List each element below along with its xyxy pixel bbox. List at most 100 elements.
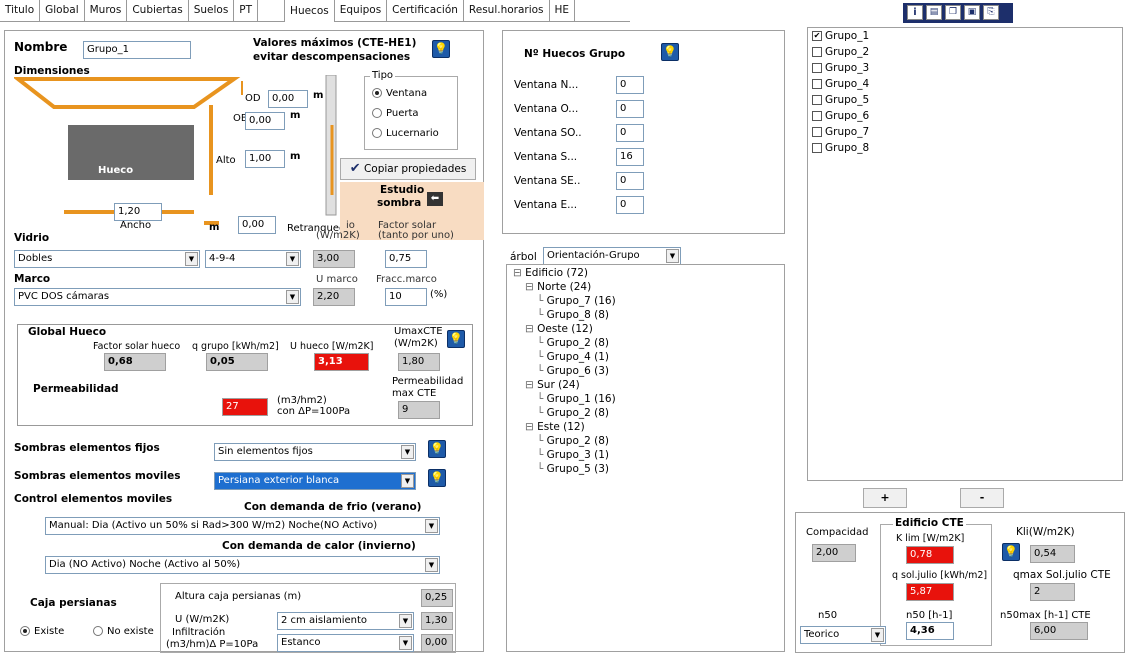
tab-certificaci-n[interactable]: Certificación bbox=[387, 0, 464, 22]
num-huecos-row-input[interactable]: 0 bbox=[616, 100, 644, 118]
tab-global[interactable]: Global bbox=[40, 0, 85, 22]
radio-existe[interactable] bbox=[20, 626, 30, 636]
alto-input[interactable]: 1,00 bbox=[245, 150, 285, 168]
tab-pt[interactable]: PT bbox=[234, 0, 259, 22]
num-huecos-row-input[interactable]: 0 bbox=[616, 76, 644, 94]
tree-node[interactable]: └ Grupo_2 (8) bbox=[537, 337, 609, 349]
od-input[interactable]: 0,00 bbox=[268, 90, 308, 108]
doc-icon[interactable]: ▤ bbox=[926, 5, 942, 20]
u-caja-select[interactable]: 2 cm aislamiento ▼ bbox=[277, 612, 414, 630]
infiltracion-value: 0,00 bbox=[421, 634, 453, 652]
radio-puerta[interactable] bbox=[372, 108, 382, 118]
grupo-item[interactable]: Grupo_6 bbox=[812, 110, 869, 122]
existe-option[interactable]: Existe bbox=[20, 626, 64, 637]
grupo-item[interactable]: Grupo_2 bbox=[812, 46, 869, 58]
tipo-option-puerta[interactable]: Puerta bbox=[372, 108, 419, 119]
grupo-checkbox[interactable] bbox=[812, 79, 822, 89]
grupo-checkbox[interactable] bbox=[812, 143, 822, 153]
grupo-checkbox[interactable] bbox=[812, 127, 822, 137]
tree-node[interactable]: └ Grupo_2 (8) bbox=[537, 407, 609, 419]
kli-bulb-icon[interactable]: 💡 bbox=[1002, 543, 1020, 561]
nombre-input[interactable]: Grupo_1 bbox=[83, 41, 191, 59]
paste-icon[interactable]: ⎘ bbox=[983, 5, 999, 20]
grupo-item[interactable]: Grupo_5 bbox=[812, 94, 869, 106]
grupo-item[interactable]: Grupo_7 bbox=[812, 126, 869, 138]
num-huecos-row-input[interactable]: 0 bbox=[616, 196, 644, 214]
n50-mode-select[interactable]: Teorico ▼ bbox=[800, 626, 886, 644]
collapse-icon[interactable]: ⊟ bbox=[525, 323, 537, 335]
tab-muros[interactable]: Muros bbox=[85, 0, 128, 22]
vidrio-type-select[interactable]: Dobles ▼ bbox=[14, 250, 200, 268]
grupo-checkbox[interactable] bbox=[812, 47, 822, 57]
copy-icon[interactable]: ❐ bbox=[945, 5, 961, 20]
grupo-checkbox[interactable] bbox=[812, 111, 822, 121]
tree-node-label: Grupo_4 (1) bbox=[546, 351, 610, 363]
tree-node[interactable]: └ Grupo_7 (16) bbox=[537, 295, 616, 307]
tree-node[interactable]: └ Grupo_5 (3) bbox=[537, 463, 609, 475]
remove-grupo-button[interactable]: - bbox=[960, 488, 1004, 508]
n50h-input[interactable]: 4,36 bbox=[906, 622, 954, 640]
num-huecos-row-input[interactable]: 0 bbox=[616, 124, 644, 142]
grupo-checkbox[interactable] bbox=[812, 63, 822, 73]
vidrio-composition-select[interactable]: 4-9-4 ▼ bbox=[205, 250, 301, 268]
num-huecos-row-input[interactable]: 16 bbox=[616, 148, 644, 166]
ancho-input[interactable]: 1,20 bbox=[114, 203, 162, 221]
tree-node[interactable]: ⊟ Norte (24) bbox=[525, 281, 591, 293]
sombras-fijos-bulb-icon[interactable]: 💡 bbox=[428, 440, 446, 458]
factor-solar-input[interactable]: 0,75 bbox=[385, 250, 427, 268]
tree-node[interactable]: └ Grupo_4 (1) bbox=[537, 351, 609, 363]
num-huecos-row-input[interactable]: 0 bbox=[616, 172, 644, 190]
infiltracion-select[interactable]: Estanco ▼ bbox=[277, 634, 414, 652]
sombras-moviles-select[interactable]: Persiana exterior blanca ▼ bbox=[214, 472, 416, 490]
grupo-item[interactable]: Grupo_8 bbox=[812, 142, 869, 154]
tree-node[interactable]: ⊟ Oeste (12) bbox=[525, 323, 593, 335]
tree-node[interactable]: ⊟ Este (12) bbox=[525, 421, 585, 433]
tab-he[interactable]: HE bbox=[550, 0, 576, 22]
add-grupo-button[interactable]: + bbox=[863, 488, 907, 508]
copiar-propiedades-button[interactable]: ✔ Copiar propiedades bbox=[340, 158, 476, 180]
grupo-item[interactable]: Grupo_3 bbox=[812, 62, 869, 74]
collapse-icon[interactable]: ⊟ bbox=[525, 421, 537, 433]
tree-node[interactable]: └ Grupo_8 (8) bbox=[537, 309, 609, 321]
collapse-icon[interactable]: ⊟ bbox=[525, 281, 537, 293]
grupo-item[interactable]: ✔ Grupo_1 bbox=[812, 30, 869, 42]
grupo-checkbox[interactable]: ✔ bbox=[812, 31, 822, 41]
collapse-icon[interactable]: ⊟ bbox=[513, 267, 525, 279]
radio-lucernario[interactable] bbox=[372, 128, 382, 138]
tab-equipos[interactable]: Equipos bbox=[335, 0, 388, 22]
retranqueo-input[interactable]: 0,00 bbox=[238, 216, 276, 234]
save-icon[interactable]: ▣ bbox=[964, 5, 980, 20]
arbol-mode-select[interactable]: Orientación-Grupo ▼ bbox=[543, 247, 681, 265]
radio-no-existe[interactable] bbox=[93, 626, 103, 636]
info-icon[interactable]: i bbox=[907, 5, 923, 20]
grupo-checkbox[interactable] bbox=[812, 95, 822, 105]
valores-maximos-bulb-icon[interactable]: 💡 bbox=[432, 40, 450, 58]
umax-bulb-icon[interactable]: 💡 bbox=[447, 330, 465, 348]
tab-huecos[interactable]: Huecos bbox=[284, 0, 335, 22]
tree-node[interactable]: ⊟ Edificio (72) bbox=[513, 267, 588, 279]
sombras-moviles-bulb-icon[interactable]: 💡 bbox=[428, 469, 446, 487]
no-existe-option[interactable]: No existe bbox=[93, 626, 154, 637]
grupo-item[interactable]: Grupo_4 bbox=[812, 78, 869, 90]
tree-node[interactable]: ⊟ Sur (24) bbox=[525, 379, 580, 391]
num-huecos-bulb-icon[interactable]: 💡 bbox=[661, 43, 679, 61]
tipo-option-lucernario[interactable]: Lucernario bbox=[372, 128, 439, 139]
tab-cubiertas[interactable]: Cubiertas bbox=[127, 0, 189, 22]
tree-node[interactable]: └ Grupo_1 (16) bbox=[537, 393, 616, 405]
fracc-marco-input[interactable]: 10 bbox=[385, 288, 427, 306]
tree-node[interactable]: └ Grupo_3 (1) bbox=[537, 449, 609, 461]
marco-type-select[interactable]: PVC DOS cámaras ▼ bbox=[14, 288, 301, 306]
ob-input[interactable]: 0,00 bbox=[245, 112, 285, 130]
control-frio-select[interactable]: Manual: Dia (Activo un 50% si Rad>300 W/… bbox=[45, 517, 440, 535]
tree-node[interactable]: └ Grupo_6 (3) bbox=[537, 365, 609, 377]
tab-suelos[interactable]: Suelos bbox=[189, 0, 235, 22]
tree-node[interactable]: └ Grupo_2 (8) bbox=[537, 435, 609, 447]
collapse-icon[interactable]: ⊟ bbox=[525, 379, 537, 391]
control-calor-select[interactable]: Dia (NO Activo) Noche (Activo al 50%) ▼ bbox=[45, 556, 440, 574]
radio-ventana[interactable] bbox=[372, 88, 382, 98]
tab-titulo[interactable]: Titulo bbox=[0, 0, 41, 22]
sombras-fijos-select[interactable]: Sin elementos fijos ▼ bbox=[214, 443, 416, 461]
tab-resul-horarios[interactable]: Resul.horarios bbox=[464, 0, 550, 22]
tipo-option-ventana[interactable]: Ventana bbox=[372, 88, 427, 99]
estudio-sombra-button[interactable]: ⬅ bbox=[427, 192, 443, 206]
